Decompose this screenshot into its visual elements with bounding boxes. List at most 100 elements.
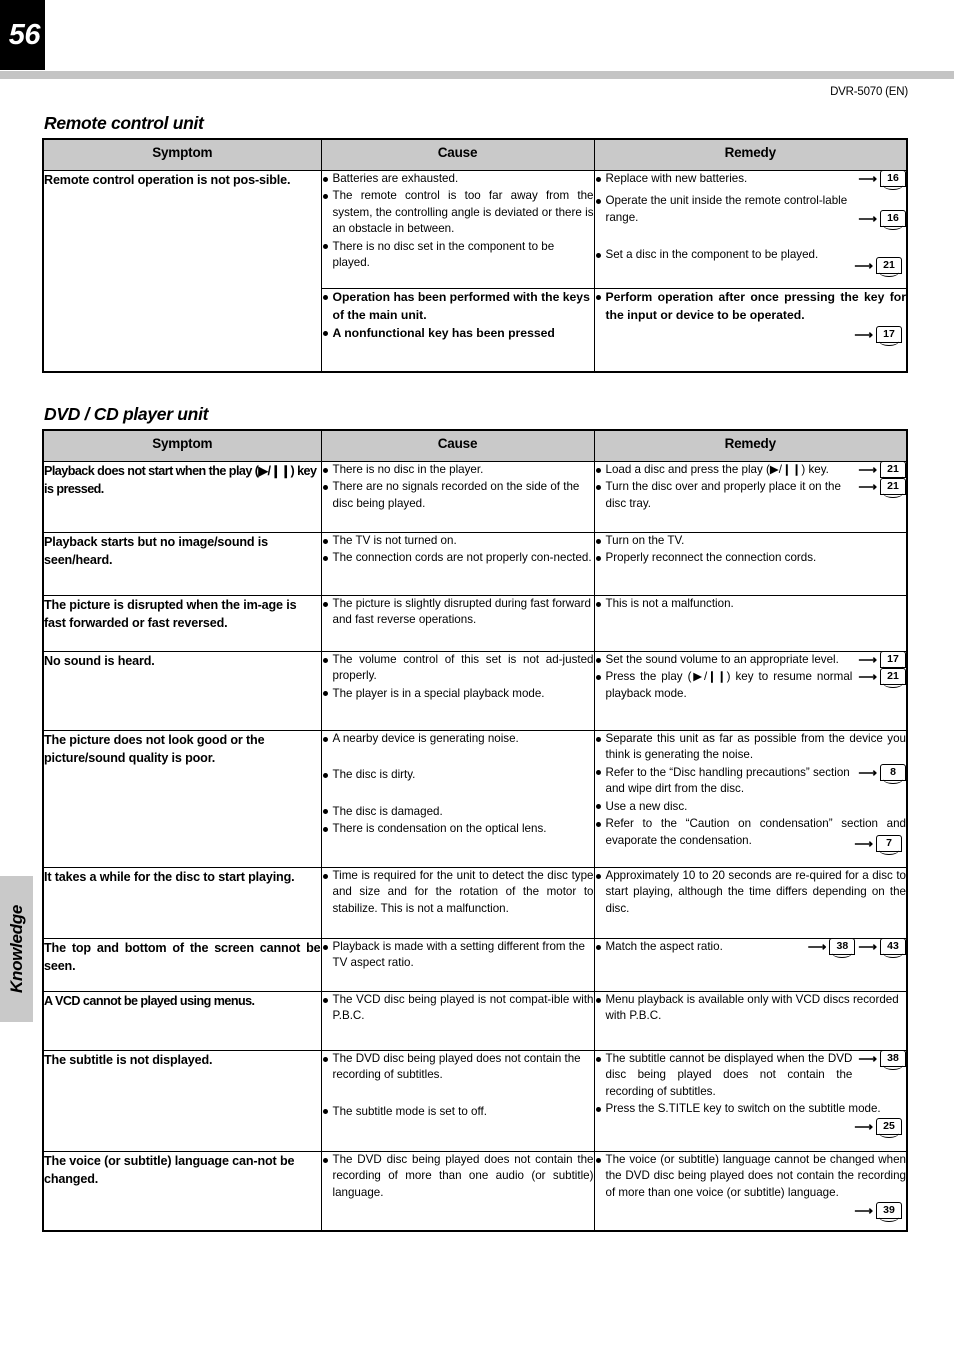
list-item: There are no signals recorded on the sid… [322, 479, 594, 512]
remedy-cell: The voice (or subtitle) language cannot … [593, 1151, 908, 1232]
book-icon: 17 [876, 326, 902, 347]
arrow-right-icon: ⟶ [807, 939, 827, 954]
list-item: Approximately 10 to 20 seconds are re-qu… [595, 868, 906, 917]
remedy-cell: Menu playback is available only with VCD… [593, 991, 908, 1051]
cause-cell: The VCD disc being played is not compat-… [320, 991, 595, 1051]
table-row: The subtitle is not displayed. The DVD d… [42, 1050, 908, 1152]
table-row: A VCD cannot be played using menus. The … [42, 991, 908, 1051]
list-item: The picture is slightly disrupted during… [322, 596, 594, 629]
column-header-remedy: Remedy [593, 138, 908, 171]
table-row: Remote control operation is not pos-sibl… [42, 169, 908, 373]
column-header-symptom: Symptom [42, 138, 322, 171]
book-icon: 21 [880, 668, 906, 689]
arrow-right-icon: ⟶ [854, 1119, 873, 1134]
list-item: The remote control is too far away from … [322, 188, 594, 237]
remedy-cell: The subtitle cannot be displayed when th… [593, 1050, 908, 1152]
list-item: Turn the disc over and properly place it… [595, 478, 906, 512]
remedy-cell: This is not a malfunction. [593, 595, 908, 652]
remedy-text: Press the play (▶/❙❙) key to resume norm… [605, 670, 853, 700]
page-reference: ⟶ 16 [858, 210, 906, 231]
column-header-cause: Cause [320, 138, 595, 171]
arrow-right-icon: ⟶ [858, 669, 877, 685]
list-item: The player is in a special playback mode… [322, 686, 594, 702]
book-icon: 21 [876, 257, 902, 277]
cause-cell: There is no disc in the player. There ar… [320, 461, 595, 533]
table-row: It takes a while for the disc to start p… [42, 867, 908, 939]
page-reference: ⟶ 16 [858, 170, 906, 190]
arrow-right-icon: ⟶ [858, 1051, 877, 1066]
column-header-remedy: Remedy [593, 429, 908, 462]
arrow-right-icon: ⟶ [854, 1203, 873, 1218]
list-item: A nonfunctional key has been pressed [322, 325, 594, 342]
remedy-cell: Approximately 10 to 20 seconds are re-qu… [593, 867, 908, 939]
symptom-cell: A VCD cannot be played using menus. [42, 991, 322, 1051]
symptom-cell: Remote control operation is not pos-sibl… [42, 170, 322, 373]
book-icon: 8 [880, 763, 906, 784]
table-row: The picture is disrupted when the im-age… [42, 595, 908, 652]
list-item: The DVD disc being played does not conta… [322, 1152, 594, 1201]
cause-cell: Operation has been performed with the ke… [320, 288, 595, 373]
page-reference: ⟶ 21 [854, 257, 902, 277]
model-code: DVR-5070 (EN) [830, 86, 908, 98]
page-reference: ⟶ 7 [854, 835, 902, 855]
list-item: Operation has been performed with the ke… [322, 289, 594, 324]
book-icon: 38 [880, 1050, 906, 1070]
section-title: DVD / CD player unit [44, 404, 209, 424]
list-item: The DVD disc being played does not conta… [322, 1051, 594, 1084]
list-item: This is not a malfunction. [595, 596, 907, 612]
list-item: A nearby device is generating noise. [322, 731, 594, 747]
cause-cell: The volume control of this set is not ad… [320, 651, 595, 731]
section-remote-control-unit: Remote control unit Symptom Cause Remedy… [42, 113, 908, 373]
cause-cell: The TV is not turned on. The connection … [320, 532, 595, 596]
list-item: Turn on the TV. [595, 533, 907, 549]
table-row: The voice (or subtitle) language can-not… [42, 1151, 908, 1232]
symptom-cell: Playback does not start when the play (▶… [42, 461, 322, 533]
list-item: The subtitle cannot be displayed when th… [595, 1050, 906, 1100]
symptom-cell: Playback starts but no image/sound is se… [42, 532, 322, 596]
cause-cell: The DVD disc being played does not conta… [320, 1050, 595, 1152]
side-tab-knowledge: Knowledge [0, 876, 33, 1022]
remedy-text: Set the sound volume to an appropriate l… [605, 653, 839, 666]
list-item: Press the play (▶/❙❙) key to resume norm… [595, 668, 906, 702]
book-icon: 16 [880, 170, 906, 190]
remedy-text: Match the aspect ratio. [605, 940, 723, 953]
remedy-cell: Match the aspect ratio. ⟶ 38 ⟶ 43 [593, 938, 908, 992]
list-item: Press the S.TITLE key to switch on the s… [595, 1101, 907, 1117]
list-item: Use a new disc. [595, 799, 907, 815]
remedy-cell: Perform operation after once pressing th… [593, 288, 908, 373]
list-item: Perform operation after once pressing th… [595, 289, 906, 324]
list-item: Operate the unit inside the remote contr… [595, 193, 906, 231]
remedy-cell: Separate this unit as far as possible fr… [593, 730, 908, 868]
list-item: The VCD disc being played is not compat-… [322, 992, 594, 1025]
book-icon: 21 [880, 461, 906, 481]
list-item: The disc is dirty. [322, 767, 594, 783]
arrow-right-icon: ⟶ [858, 939, 877, 954]
remedy-text: Load a disc and press the play (▶/❙❙) ke… [605, 463, 829, 476]
page-reference: ⟶ 21 [858, 668, 906, 689]
page-reference: ⟶ 38 [858, 1050, 906, 1070]
page-reference: ⟶ 21 [858, 478, 906, 499]
arrow-right-icon: ⟶ [858, 462, 877, 477]
arrow-right-icon: ⟶ [858, 171, 877, 186]
list-item: Set the sound volume to an appropriate l… [595, 651, 906, 671]
arrow-right-icon: ⟶ [854, 258, 873, 273]
remedy-cell: Turn on the TV. Properly reconnect the c… [593, 532, 908, 596]
symptom-cell: It takes a while for the disc to start p… [42, 867, 322, 939]
arrow-right-icon: ⟶ [854, 836, 873, 851]
list-item: Separate this unit as far as possible fr… [595, 731, 906, 764]
list-item: There is no disc in the player. [322, 462, 594, 478]
troubleshooting-table-dvd: Symptom Cause Remedy Playback does not s… [42, 429, 908, 1232]
side-tab-label: Knowledge [6, 905, 26, 993]
arrow-right-icon: ⟶ [858, 652, 877, 667]
list-item: Replace with new batteries. ⟶ 16 [595, 170, 906, 190]
table-row: Playback starts but no image/sound is se… [42, 532, 908, 596]
list-item: The voice (or subtitle) language cannot … [595, 1152, 906, 1201]
book-icon: 39 [876, 1202, 902, 1222]
list-item: Match the aspect ratio. ⟶ 38 ⟶ 43 [595, 938, 906, 958]
remedy-cell: Load a disc and press the play (▶/❙❙) ke… [593, 461, 908, 533]
list-item: The disc is damaged. [322, 804, 594, 820]
book-icon: 38 [829, 938, 856, 958]
page-number: 56 [0, 0, 45, 70]
list-item: Batteries are exhausted. [322, 171, 594, 187]
symptom-cell: The picture does not look good or the pi… [42, 730, 322, 868]
